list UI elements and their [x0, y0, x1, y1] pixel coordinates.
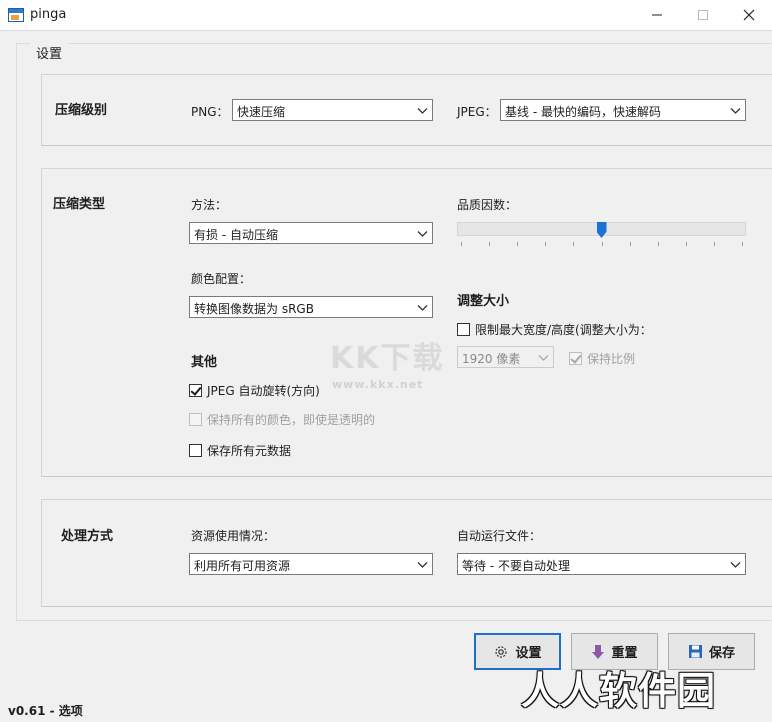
settings-group-label: 设置	[30, 43, 69, 62]
limit-size-checkbox[interactable]: 限制最大宽度/高度(调整大小为：	[457, 321, 652, 338]
slider-tick	[461, 242, 462, 246]
keep-ratio-checkbox[interactable]: 保持比例	[569, 350, 635, 367]
watermark-url: www.kkx.net	[332, 378, 424, 391]
slider-tick	[685, 242, 687, 246]
png-compression-value: 快速压缩	[237, 105, 286, 119]
method-select[interactable]: 有损 - 自动压缩	[189, 222, 433, 244]
chevron-down-icon	[417, 562, 428, 568]
minimize-icon	[652, 14, 662, 16]
compression-type-title: 压缩类型	[53, 197, 106, 212]
keep-metadata-label: 保存所有元数据	[207, 444, 292, 458]
color-profile-select[interactable]: 转换图像数据为 sRGB	[189, 296, 433, 318]
watermark-logo: KK下载	[330, 341, 445, 376]
png-compression-select[interactable]: 快速压缩	[232, 99, 433, 121]
compression-level-title: 压缩级别	[55, 103, 108, 118]
slider-tick	[742, 242, 743, 246]
checkbox-box[interactable]	[189, 413, 202, 426]
resource-label: 资源使用情况：	[191, 529, 276, 543]
slider-tick	[601, 242, 603, 246]
checkbox-box[interactable]	[189, 384, 202, 397]
other-section-title: 其他	[191, 355, 218, 370]
close-icon	[743, 9, 755, 21]
chevron-down-icon	[730, 562, 741, 568]
slider-tick	[545, 242, 547, 246]
slider-tick	[489, 242, 491, 246]
quality-label: 品质因数：	[457, 198, 518, 212]
reset-button-label: 重置	[611, 646, 638, 661]
jpeg-autorotate-label: JPEG 自动旋转(方向)	[207, 384, 320, 398]
slider-tick	[573, 242, 575, 246]
save-button-label: 保存	[708, 646, 735, 661]
resource-select[interactable]: 利用所有可用资源	[189, 553, 433, 575]
autorun-select[interactable]: 等待 - 不要自动处理	[457, 553, 746, 575]
chevron-down-icon	[417, 305, 428, 311]
method-label: 方法：	[191, 198, 228, 212]
resize-section-title: 调整大小	[457, 294, 510, 309]
jpeg-compression-value: 基线 - 最快的编码，快速解码	[505, 105, 661, 119]
resource-value: 利用所有可用资源	[194, 559, 291, 573]
status-text: v0.61 - 选项	[8, 704, 83, 718]
close-button[interactable]	[726, 0, 772, 30]
jpeg-autorotate-checkbox[interactable]: JPEG 自动旋转(方向)	[189, 382, 320, 399]
brand-watermark: 人人软件园	[521, 669, 717, 713]
keep-colors-checkbox[interactable]: 保持所有的颜色，即使是透明的	[189, 411, 375, 428]
color-profile-value: 转换图像数据为 sRGB	[194, 302, 314, 316]
chevron-down-icon	[730, 108, 741, 114]
slider-tick	[629, 242, 631, 246]
processing-title: 处理方式	[61, 529, 114, 544]
size-value: 1920 像素	[462, 352, 521, 366]
jpeg-compression-select[interactable]: 基线 - 最快的编码，快速解码	[500, 99, 746, 121]
maximize-icon	[698, 10, 708, 20]
window-title: pinga	[30, 7, 67, 22]
pinga-app-icon	[8, 8, 24, 22]
method-value: 有损 - 自动压缩	[194, 228, 278, 242]
png-label: PNG：	[191, 105, 229, 119]
floppy-disk-icon	[688, 644, 703, 659]
slider-tick	[657, 242, 659, 246]
compression-type-panel	[41, 168, 772, 477]
minimize-button[interactable]	[634, 0, 680, 30]
maximize-button[interactable]	[680, 0, 726, 30]
jpeg-label: JPEG：	[457, 105, 497, 119]
color-profile-label: 颜色配置：	[191, 272, 252, 286]
chevron-down-icon	[538, 355, 549, 361]
down-arrow-icon	[591, 644, 605, 660]
checkbox-box[interactable]	[569, 352, 582, 365]
keep-ratio-label: 保持比例	[587, 352, 636, 366]
slider-tick	[517, 242, 519, 246]
settings-button-label: 设置	[515, 646, 542, 661]
keep-colors-label: 保持所有的颜色，即使是透明的	[207, 413, 376, 427]
limit-size-label: 限制最大宽度/高度(调整大小为：	[475, 323, 652, 337]
size-select[interactable]: 1920 像素	[457, 346, 554, 368]
checkbox-box[interactable]	[189, 444, 202, 457]
title-bar: pinga	[0, 0, 772, 31]
gear-icon	[493, 644, 509, 660]
slider-tick	[713, 242, 715, 246]
chevron-down-icon	[417, 108, 428, 114]
checkbox-box[interactable]	[457, 323, 470, 336]
autorun-value: 等待 - 不要自动处理	[462, 559, 570, 573]
chevron-down-icon	[417, 231, 428, 237]
keep-metadata-checkbox[interactable]: 保存所有元数据	[189, 442, 291, 459]
autorun-label: 自动运行文件：	[457, 529, 542, 543]
